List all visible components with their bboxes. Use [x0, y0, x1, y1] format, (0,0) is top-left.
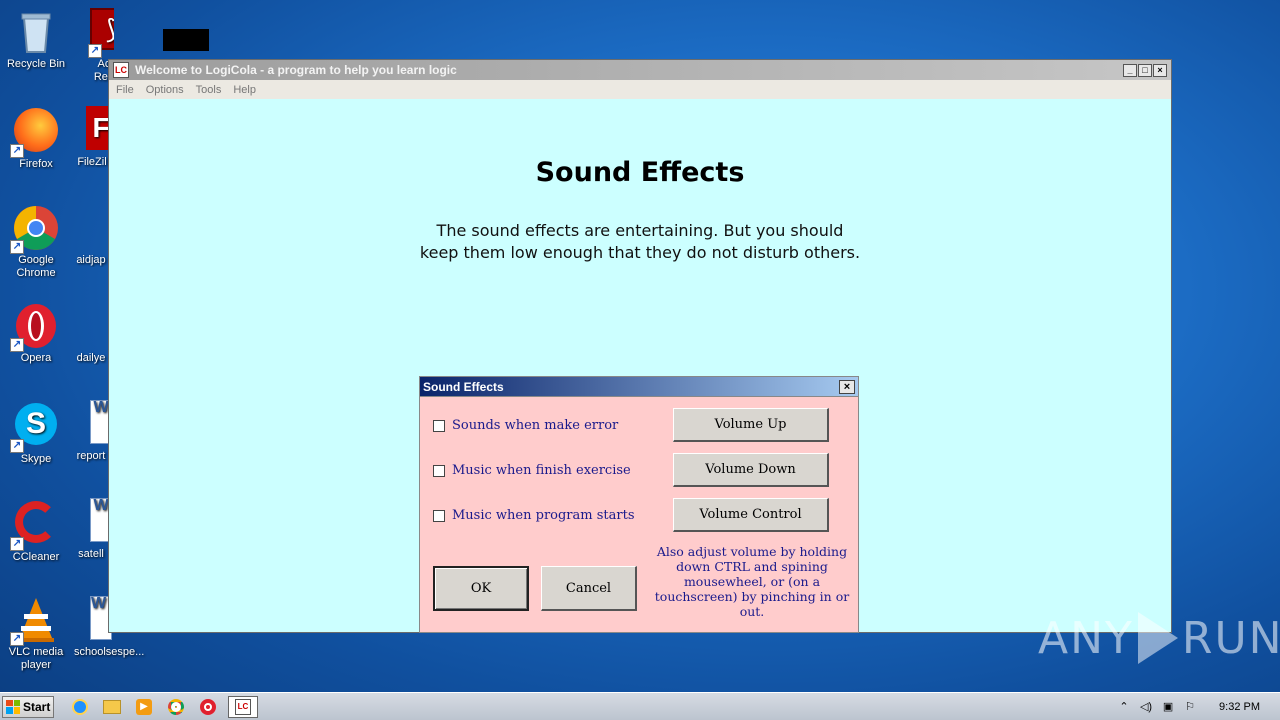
checkbox[interactable] — [433, 509, 445, 522]
volume-down-button[interactable]: Volume Down — [673, 453, 829, 487]
clock[interactable]: 9:32 PM — [1219, 701, 1260, 713]
desktop-icon-label: satell — [78, 548, 104, 560]
redacted-box — [163, 29, 209, 51]
network-icon[interactable]: ▣ — [1161, 701, 1175, 713]
desktop-icon-label: VLC media player — [8, 646, 64, 671]
opera-icon[interactable] — [196, 696, 220, 718]
checkbox-label: Music when finish exercise — [452, 463, 631, 478]
checkbox[interactable] — [433, 419, 445, 432]
windows-logo-icon — [6, 699, 20, 714]
desktop-icon-filezilla[interactable]: F FileZil — [76, 106, 108, 169]
filezilla-icon: F — [86, 106, 108, 154]
window-title: Welcome to LogiCola - a program to help … — [135, 63, 457, 77]
start-button[interactable]: Start — [2, 695, 54, 718]
desktop-icon-ccleaner[interactable]: ↗ CCleaner — [0, 498, 72, 564]
play-icon — [1137, 612, 1178, 664]
menubar: File Options Tools Help — [109, 80, 1171, 99]
desktop-icon-recycle-bin[interactable]: Recycle Bin — [0, 8, 72, 71]
window-titlebar[interactable]: LC Welcome to LogiCola - a program to he… — [109, 60, 1171, 80]
checkbox-label: Sounds when make error — [452, 418, 619, 433]
description-line-2: keep them low enough that they do not di… — [419, 243, 861, 262]
volume-help-note: Also adjust volume by holding down CTRL … — [654, 544, 850, 619]
menu-file[interactable]: File — [116, 84, 134, 96]
desktop-icon-label: FileZil — [77, 156, 107, 168]
minimize-button[interactable]: _ — [1123, 63, 1137, 77]
maximize-button[interactable]: □ — [1138, 63, 1152, 77]
desktop-icon-label: CCleaner — [12, 551, 60, 563]
volume-icon[interactable]: ◁) — [1139, 701, 1153, 713]
desktop-icon-label: report — [76, 450, 106, 462]
ccleaner-icon: ↗ — [10, 501, 60, 551]
dialog-close-button[interactable]: × — [839, 379, 855, 394]
checkbox-label: Music when program starts — [452, 508, 635, 523]
desktop-icon-skype[interactable]: S ↗ Skype — [0, 400, 72, 466]
action-center-flag-icon[interactable]: ⚐ — [1183, 701, 1197, 713]
watermark-text-left: ANY — [1038, 612, 1134, 664]
firefox-icon: ↗ — [10, 108, 60, 158]
page-title: Sound Effects — [535, 157, 745, 188]
logicola-icon: LC — [113, 62, 129, 78]
desktop-icon-label: Firefox — [19, 158, 53, 170]
word-doc-icon: W — [90, 400, 108, 448]
desktop-icon-report[interactable]: W report — [74, 400, 108, 463]
dialog-title: Sound Effects — [423, 379, 504, 394]
ok-button[interactable]: OK — [433, 566, 529, 611]
checkbox[interactable] — [433, 464, 445, 477]
menu-help[interactable]: Help — [233, 84, 256, 96]
volume-control-button[interactable]: Volume Control — [673, 498, 829, 532]
anyrun-watermark: ANY RUN — [1038, 612, 1280, 664]
desktop-icon-dailye[interactable]: dailye — [74, 352, 108, 365]
system-tray: ⌃ ◁) ▣ ⚐ 9:32 PM — [1117, 701, 1274, 713]
checkbox-sounds-error[interactable]: Sounds when make error — [433, 418, 618, 433]
chrome-icon[interactable] — [164, 696, 188, 718]
checkbox-music-start[interactable]: Music when program starts — [433, 508, 635, 523]
desktop-icon-label: Opera — [20, 352, 52, 364]
desktop-icon-vlc[interactable]: ↗ VLC media player — [0, 596, 72, 672]
show-hidden-icons-icon[interactable]: ⌃ — [1117, 701, 1131, 713]
watermark-text-right: RUN — [1181, 612, 1280, 664]
menu-tools[interactable]: Tools — [196, 84, 222, 96]
explorer-icon[interactable] — [100, 696, 124, 718]
desktop-icon-label: schoolsespe... — [74, 646, 145, 658]
opera-icon: ↗ — [10, 302, 60, 352]
desktop-icon-label: dailye — [76, 352, 106, 364]
recycle-bin-icon — [12, 8, 60, 56]
taskbar: Start ▶ LC ⌃ ◁) ▣ ⚐ 9:32 PM — [0, 692, 1280, 720]
cancel-button[interactable]: Cancel — [541, 566, 637, 611]
start-label: Start — [23, 699, 51, 714]
acrobat-reader-icon: ⟆ ↗ — [88, 8, 114, 58]
page-description: The sound effects are entertaining. But … — [109, 220, 1171, 264]
menu-options[interactable]: Options — [146, 84, 184, 96]
close-button[interactable]: × — [1153, 63, 1167, 77]
checkbox-music-finish[interactable]: Music when finish exercise — [433, 463, 631, 478]
desktop-icon-aidjap[interactable]: aidjap — [74, 254, 108, 267]
desktop-icon-opera[interactable]: ↗ Opera — [0, 302, 72, 365]
word-doc-icon: W — [90, 498, 108, 546]
desktop-icon-label: Recycle Bin — [6, 58, 66, 70]
skype-icon: S ↗ — [10, 403, 60, 453]
logicola-icon[interactable]: LC — [228, 695, 258, 718]
desktop-icon-chrome[interactable]: ↗ Google Chrome — [0, 204, 72, 280]
desktop-icon-label: Skype — [20, 453, 52, 465]
dialog-titlebar[interactable]: Sound Effects × — [420, 377, 858, 397]
volume-up-button[interactable]: Volume Up — [673, 408, 829, 442]
description-line-1: The sound effects are entertaining. But … — [436, 221, 844, 240]
desktop-icon-satell[interactable]: W satell — [74, 498, 108, 561]
desktop-icon-label: aidjap — [76, 254, 106, 266]
media-player-icon[interactable]: ▶ — [132, 696, 156, 718]
desktop-icon-firefox[interactable]: ↗ Firefox — [0, 106, 72, 171]
chrome-icon: ↗ — [10, 204, 60, 254]
vlc-icon: ↗ — [10, 596, 60, 646]
sound-effects-dialog: Sound Effects × Sounds when make error M… — [419, 376, 859, 633]
ie-icon[interactable] — [68, 696, 92, 718]
desktop-icon-label: Google Chrome — [16, 254, 56, 279]
